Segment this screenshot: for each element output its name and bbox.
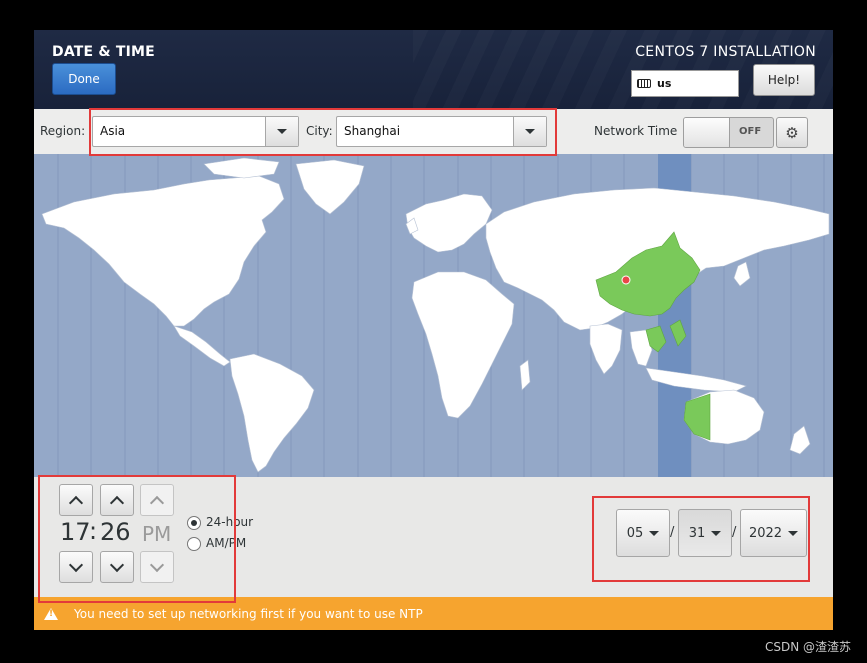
keyboard-layout-label: us [657,77,672,90]
header-bar: DATE & TIME CENTOS 7 INSTALLATION Done u… [34,30,833,109]
network-time-switch[interactable]: OFF [683,117,774,148]
keyboard-icon [637,79,651,88]
annotation-box-date [592,496,810,582]
warning-icon [44,607,58,620]
network-time-label: Network Time [594,124,678,138]
continents [41,157,830,473]
annotation-box-time [38,475,236,603]
location-marker-icon [621,275,631,285]
gear-icon: ⚙ [785,123,799,142]
product-title: CENTOS 7 INSTALLATION [635,44,816,60]
page-title: DATE & TIME [52,44,155,60]
done-button[interactable]: Done [52,63,116,95]
watermark: CSDN @渣渣苏 [764,640,851,654]
world-map-svg [41,154,830,477]
help-button[interactable]: Help! [753,64,815,96]
keyboard-layout-indicator[interactable]: us [631,70,739,97]
annotation-box-region-city [89,108,557,156]
timezone-map[interactable] [34,154,833,477]
region-label: Region: [40,124,86,138]
network-time-settings-button[interactable]: ⚙ [776,117,808,148]
switch-knob [684,118,730,147]
network-time-state: OFF [739,126,762,137]
ntp-warning-message: You need to set up networking first if y… [74,606,423,621]
